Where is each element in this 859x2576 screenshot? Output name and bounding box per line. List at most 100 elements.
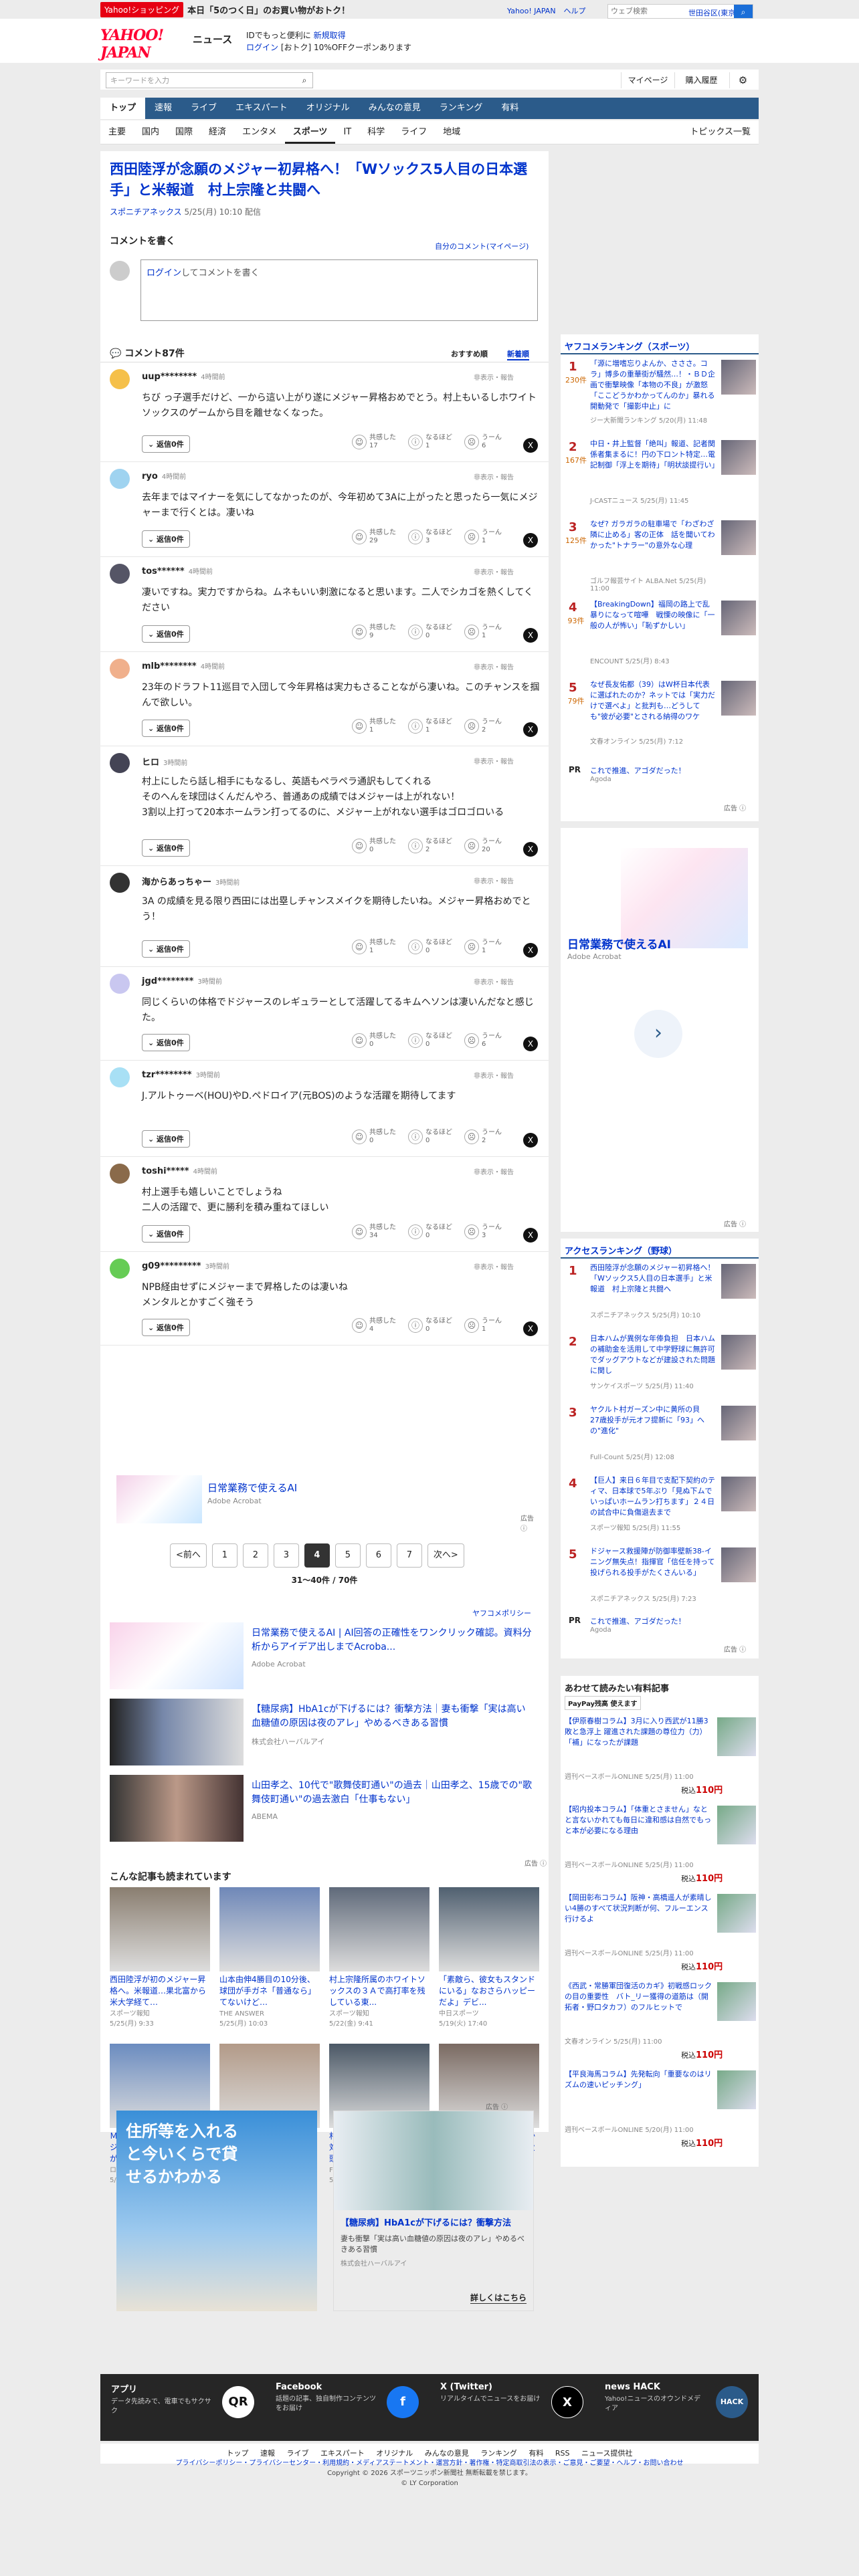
x-share-icon[interactable]: X (523, 628, 538, 643)
cat-sports[interactable]: スポーツ (284, 120, 336, 144)
report-link[interactable]: 非表示・報告 (474, 661, 514, 671)
paid-thumbnail[interactable] (717, 1806, 756, 1844)
nav-ranking[interactable]: ランキング (430, 98, 492, 119)
ranking-thumbnail[interactable] (721, 1335, 756, 1370)
page-7[interactable]: 7 (396, 1543, 422, 1568)
x-share-icon[interactable]: X (523, 438, 538, 453)
cat-world[interactable]: 国際 (167, 120, 201, 144)
avatar[interactable] (110, 974, 130, 994)
ad-item[interactable]: 【糖尿病】HbA1cが下げるには？衝撃方法｜妻も衝撃「実は高い血糖値の原因は夜の… (110, 1699, 538, 1765)
doubt-button[interactable]: ☹ うーん 6 (464, 434, 502, 450)
prev-page-button[interactable]: <前へ (170, 1543, 207, 1568)
footer-link[interactable]: ニュース提供社 (581, 2449, 632, 2458)
doubt-button[interactable]: ☹ うーん 1 (464, 624, 502, 640)
reply-button[interactable]: ⌄ 返信0件 (142, 1034, 190, 1051)
paid-article[interactable]: 【伊原春樹コラム】3月に入り西武が11勝3敗と急浮上 躍進された課題の尊位力（力… (561, 1713, 759, 1798)
report-link[interactable]: 非表示・報告 (474, 976, 514, 986)
x-share-icon[interactable]: X (523, 1228, 538, 1243)
ad-banner[interactable]: 住所等を入れると今いくらで貸せるかわかる (116, 2111, 317, 2311)
paid-article[interactable]: 【平良海馬コラム】先発転向「重要なのはリズムの速いピッチング」 週刊ベースボールO… (561, 2066, 759, 2151)
avatar[interactable] (110, 659, 130, 679)
nav-opinion[interactable]: みんなの意見 (359, 98, 430, 119)
facebook-icon[interactable]: f (387, 2386, 419, 2418)
ranking-item[interactable]: 5 79件 なぜ長友佑都（39）はW杯日本代表に選ばれたのか？ネットでは「実力だけで… (561, 678, 759, 756)
article-thumbnail[interactable] (439, 1887, 539, 1971)
reply-button[interactable]: ⌄ 返信0件 (142, 435, 190, 453)
paid-title[interactable]: 【昭内投本コラム】「体重とさません」なとと言ないかれても毎日に違和感は自然でもっ… (565, 1804, 712, 1836)
empathy-button[interactable]: ☺ 共感した 4 (352, 1317, 396, 1333)
ranking-title[interactable]: ドジャース救援陣が防御率壁新38-イニング無失点！指揮官「信任を持って投げられる… (590, 1546, 716, 1578)
report-link[interactable]: 非表示・報告 (474, 1166, 514, 1176)
empathy-button[interactable]: ☺ 共感した 29 (352, 529, 396, 545)
cat-science[interactable]: 科学 (359, 120, 393, 144)
ranking-item[interactable]: 4 93件 【BreakingDown】福岡の路上で乱暴りになって喧嘩 戦慄の映像に… (561, 598, 759, 675)
ranking-item[interactable]: 1 西田陸浮が念願のメジャー初昇格へ！「Wソックス5人目の日本選手」と米報道 村上… (561, 1261, 759, 1329)
avatar[interactable] (110, 1259, 130, 1279)
doubt-button[interactable]: ☹ うーん 6 (464, 1033, 502, 1049)
empathy-button[interactable]: ☺ 共感した 17 (352, 434, 396, 450)
news-search-input[interactable]: キーワードを入力 ⌕ (106, 72, 313, 88)
comment-username[interactable]: mlb******** 4時間前 (142, 661, 225, 671)
avatar[interactable] (110, 469, 130, 489)
x-share-icon[interactable]: X (523, 1133, 538, 1148)
article-title[interactable]: 西田陸浮が念願のメジャー初昇格へ！「Wソックス5人目の日本選手」と米報道 村上宗… (110, 159, 538, 201)
insight-button[interactable]: ⓘ なるほど 3 (408, 529, 452, 545)
doubt-button[interactable]: ☹ うーん 20 (464, 838, 502, 854)
footer-link[interactable]: ランキング (480, 2449, 517, 2458)
cat-entertainment[interactable]: エンタメ (234, 120, 285, 144)
insight-button[interactable]: ⓘ なるほど 0 (408, 1317, 452, 1333)
ad-image[interactable] (334, 2111, 533, 2210)
avatar[interactable] (110, 1067, 130, 1087)
chevron-right-icon[interactable]: › (634, 1010, 682, 1058)
ad-label[interactable]: 広告 ⓘ (724, 802, 746, 813)
footer-link[interactable]: RSS (555, 2449, 570, 2458)
ad-label[interactable]: 広告 ⓘ (724, 1644, 746, 1654)
sort-recommended[interactable]: おすすめ順 (451, 348, 488, 359)
ranking-thumbnail[interactable] (721, 681, 756, 716)
insight-button[interactable]: ⓘ なるほど 2 (408, 838, 452, 854)
article-card-title[interactable]: 村上宗隆所属のホワイトソックスの３Ａで高打率を残している東... (329, 1974, 430, 2009)
coupon-text[interactable]: [おトク] 10%OFFクーポンあります (281, 43, 411, 52)
ranking-title[interactable]: 西田陸浮が念願のメジャー初昇格へ！「Wソックス5人目の日本選手」と米報道 村上宗… (590, 1263, 716, 1295)
ranking-title[interactable]: なぜ? ガラガラの駐車場で「わざわざ隣に止める」客の正体 話を聞いてわかった"ト… (590, 519, 716, 551)
article-thumbnail[interactable] (110, 1887, 210, 1971)
comment-username[interactable]: tos****** 4時間前 (142, 566, 213, 576)
ad-title[interactable]: 日常業務で使えるAI (567, 935, 671, 952)
comment-username[interactable]: toshi***** 4時間前 (142, 1166, 217, 1176)
my-comments-link[interactable]: 自分のコメント(マイページ) (435, 241, 529, 251)
nav-expert[interactable]: エキスパート (226, 98, 297, 119)
ranking-thumbnail[interactable] (721, 1547, 756, 1582)
comment-username[interactable]: g09********* 3時間前 (142, 1261, 229, 1271)
doubt-button[interactable]: ☹ うーん 3 (464, 1224, 502, 1240)
cat-main[interactable]: 主要 (100, 120, 134, 144)
avatar[interactable] (110, 873, 130, 893)
in-feed-ad[interactable]: 日常業務で使えるAI Adobe Acrobat 広告 ⓘ (116, 1474, 538, 1533)
login-link[interactable]: ログイン (246, 43, 278, 52)
avatar[interactable] (110, 753, 130, 773)
web-search-input[interactable] (608, 5, 687, 18)
avatar[interactable] (110, 369, 130, 389)
x-share-icon[interactable]: X (523, 1037, 538, 1051)
ad-title[interactable]: 【糖尿病】HbA1cが下げるには？衝撃方法 (334, 2210, 533, 2234)
report-link[interactable]: 非表示・報告 (474, 756, 514, 766)
login-link[interactable]: ログイン (147, 268, 181, 278)
reply-button[interactable]: ⌄ 返信0件 (142, 530, 190, 548)
avatar[interactable] (110, 1164, 130, 1184)
ad-title[interactable]: 【糖尿病】HbA1cが下げるには？衝撃方法｜妻も衝撃「実は高い血糖値の原因は夜の… (252, 1703, 533, 1731)
ranking-item[interactable]: 5 ドジャース救援陣が防御率壁新38-イニング無失点！指揮官「信任を持って投げられ… (561, 1545, 759, 1613)
yahoo-japan-link[interactable]: Yahoo! JAPAN (507, 7, 556, 15)
comment-username[interactable]: jgd******** 3時間前 (142, 976, 222, 986)
newshack-icon[interactable]: HACK (716, 2386, 748, 2418)
ad-label[interactable]: 広告 ⓘ (724, 1218, 746, 1228)
ranking-thumbnail[interactable] (721, 1477, 756, 1511)
article-card-title[interactable]: 山本由伸4勝目の10分後、球団が手ガネ「普通なら」てないけど… (219, 1974, 320, 2009)
x-share-icon[interactable]: X (523, 722, 538, 737)
nav-top[interactable]: トップ (100, 98, 146, 119)
reply-button[interactable]: ⌄ 返信0件 (142, 1130, 190, 1148)
qr-icon[interactable]: QR (222, 2386, 254, 2418)
empathy-button[interactable]: ☺ 共感した 34 (352, 1224, 396, 1240)
pr-item[interactable]: PR これで推進、アゴダだった！ Agoda (561, 1613, 759, 1640)
empathy-button[interactable]: ☺ 共感した 0 (352, 838, 396, 854)
ranking-item[interactable]: 1 230件 「源に増嗜忘りよんか、さささ。コラ」博多の重華街が騒然…！・ＢＤ企画で… (561, 357, 759, 435)
ad-banner-text[interactable]: 住所等を入れると今いくらで貸せるかわかる (126, 2120, 240, 2188)
